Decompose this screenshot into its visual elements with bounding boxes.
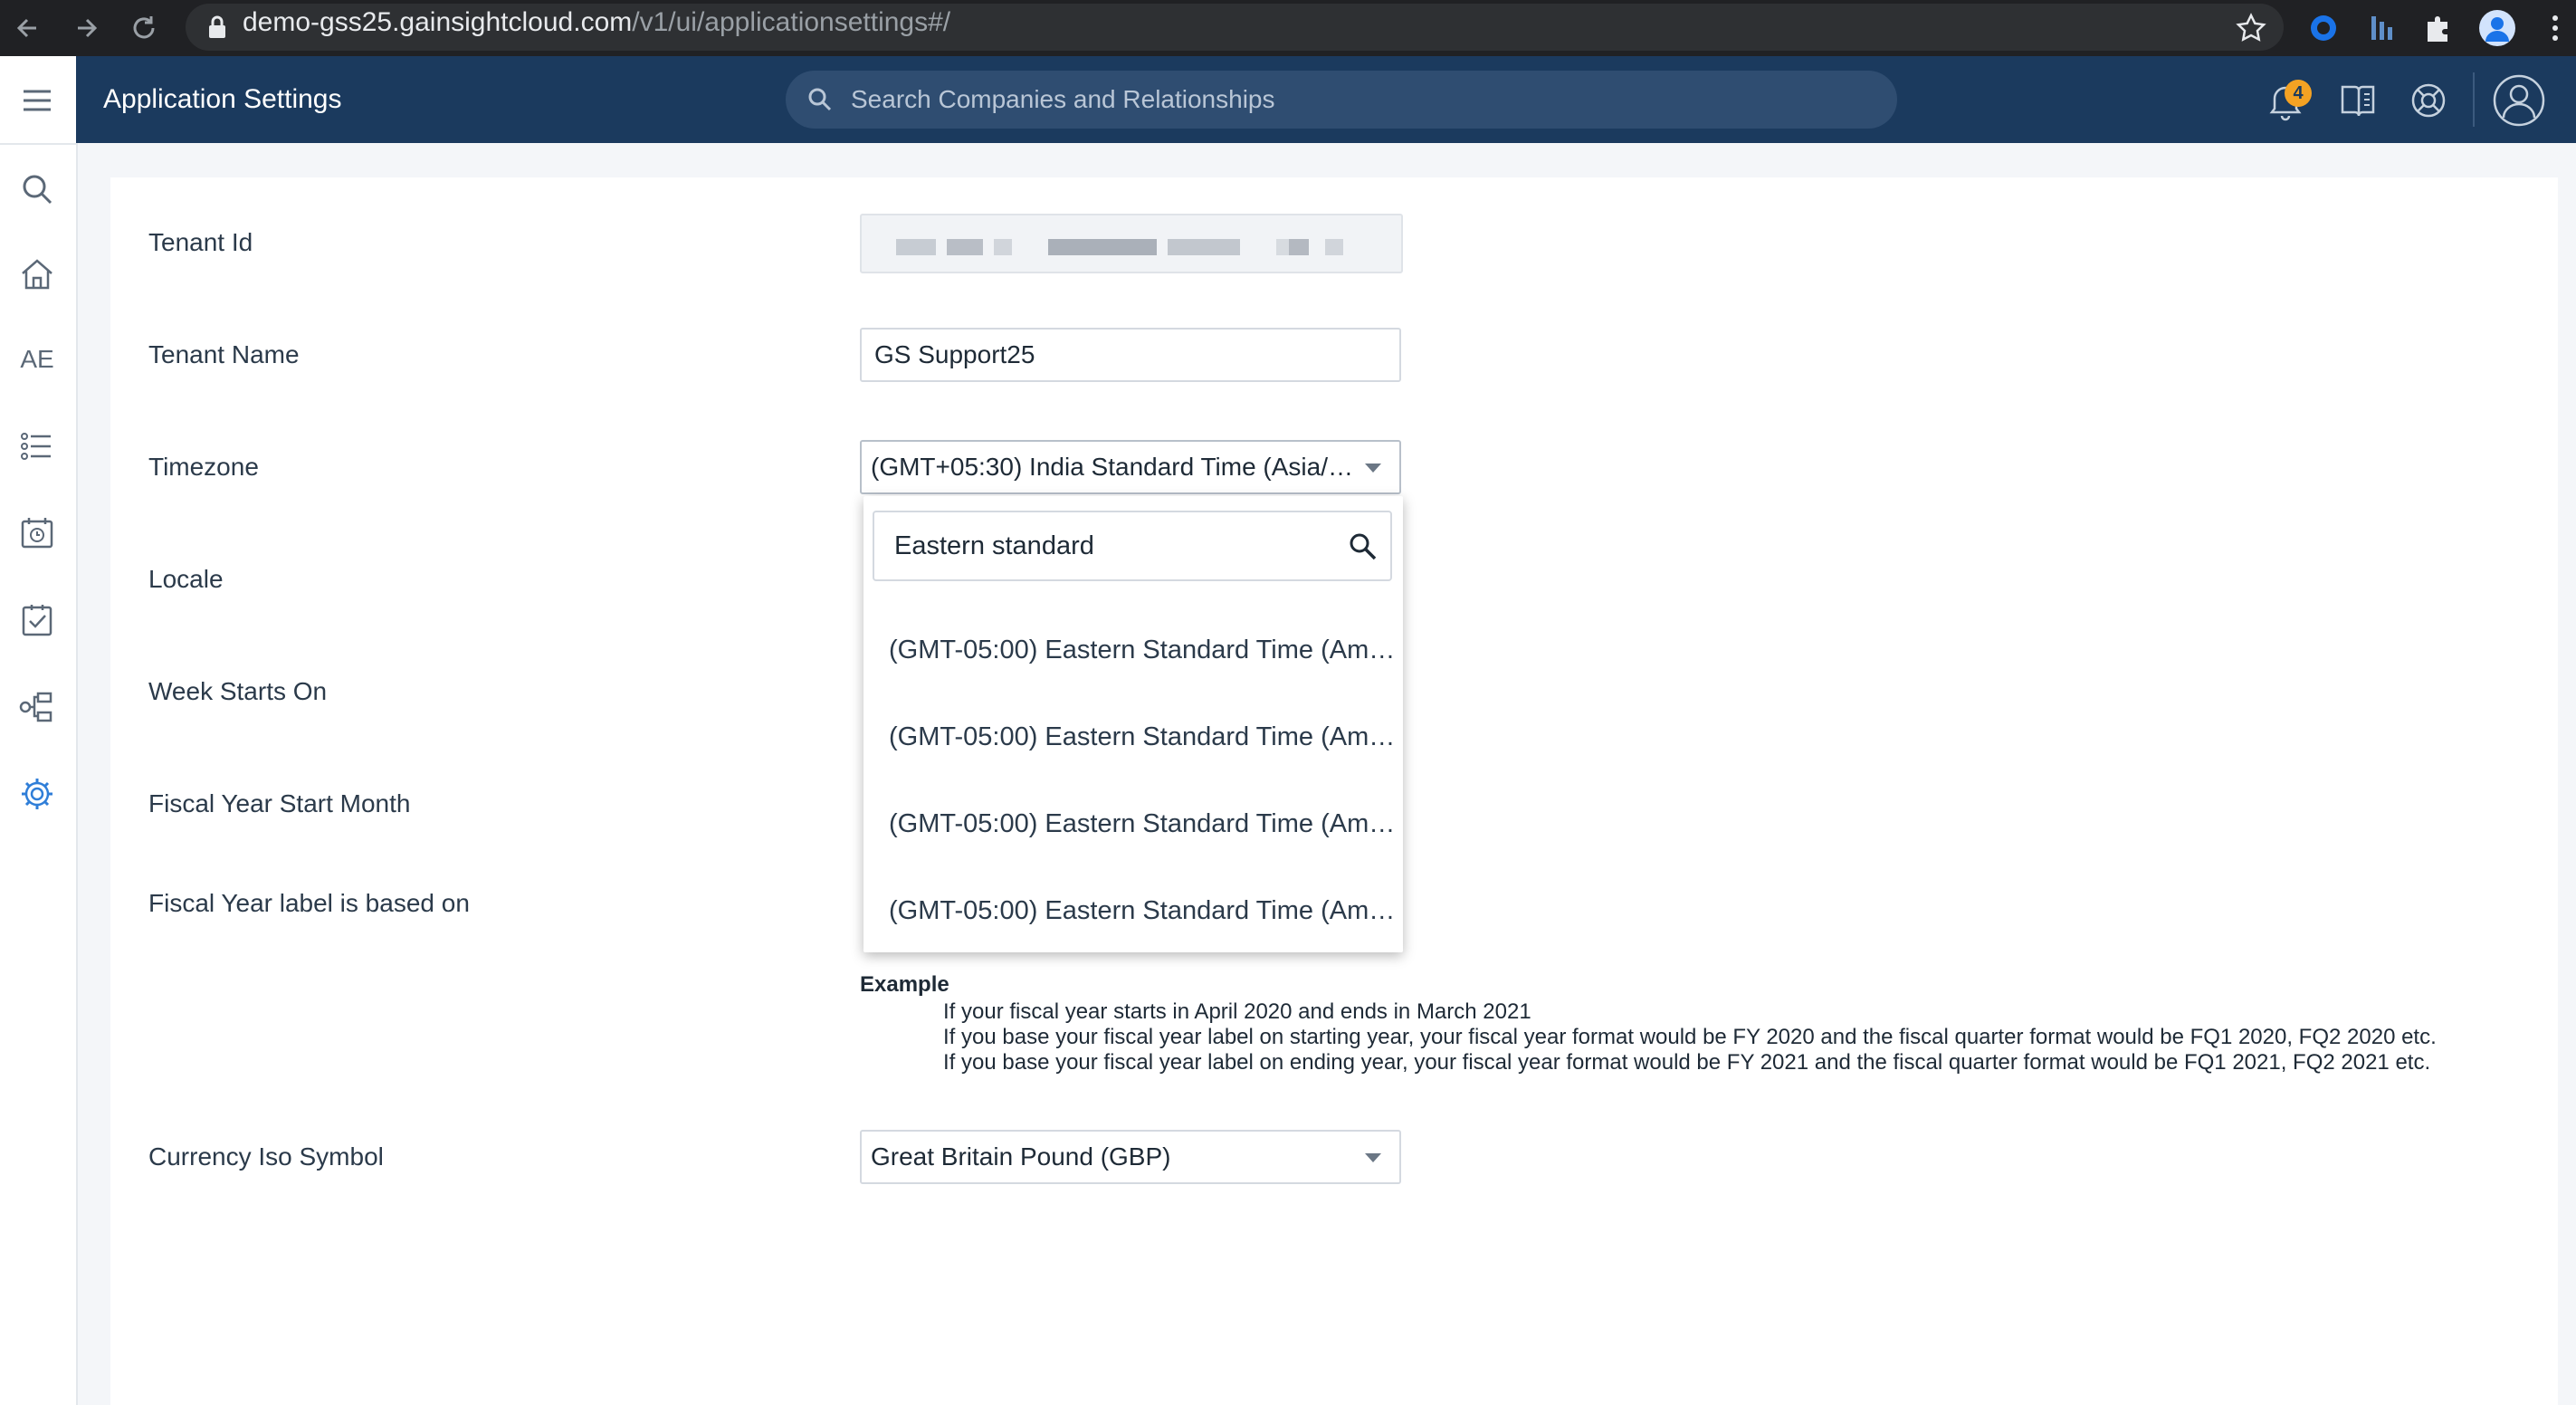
timezone-option[interactable]: (GMT-05:00) Eastern Standard Time (Am… [863, 780, 1403, 867]
support-lifebuoy-icon[interactable] [2406, 78, 2451, 123]
timezone-selected-value: (GMT+05:30) India Standard Time (Asia/… [871, 453, 1353, 481]
profile-avatar-icon[interactable] [2476, 7, 2518, 49]
redacted-block [1289, 239, 1309, 255]
timeline-list-icon[interactable] [16, 425, 58, 467]
menu-toggle[interactable] [0, 56, 76, 145]
timezone-search-input[interactable]: Eastern standard [873, 511, 1392, 581]
extension-bars-icon[interactable] [2362, 7, 2404, 49]
url-text: demo-gss25.gainsightcloud.com/v1/ui/appl… [243, 7, 951, 37]
example-line: If you base your fiscal year label on st… [943, 1025, 2437, 1049]
task-checklist-icon[interactable] [16, 599, 58, 641]
redacted-block [994, 239, 1012, 255]
week-starts-label: Week Starts On [148, 677, 328, 705]
timezone-select[interactable]: (GMT+05:30) India Standard Time (Asia/… [860, 440, 1401, 494]
home-icon[interactable] [16, 253, 58, 295]
browser-menu-icon[interactable] [2534, 7, 2576, 49]
currency-label: Currency Iso Symbol [148, 1142, 384, 1171]
timezone-option[interactable]: (GMT-05:00) Eastern Standard Time (Am… [863, 607, 1403, 693]
journey-flow-icon[interactable] [16, 686, 58, 728]
reload-icon[interactable] [123, 7, 165, 49]
currency-select[interactable]: Great Britain Pound (GBP) [860, 1130, 1401, 1184]
calendar-clock-icon[interactable] [16, 512, 58, 554]
redacted-block [947, 239, 983, 255]
user-profile-icon[interactable] [2491, 72, 2547, 129]
search-icon[interactable] [1347, 530, 1379, 563]
global-search-input[interactable]: Search Companies and Relationships [786, 71, 1897, 129]
settings-gear-icon[interactable] [16, 773, 58, 815]
forward-arrow-icon[interactable] [65, 7, 107, 49]
chevron-down-icon [1365, 464, 1381, 473]
header-divider [2473, 72, 2475, 127]
tenant-name-label: Tenant Name [148, 340, 300, 368]
notification-count-badge: 4 [2285, 80, 2312, 107]
chevron-down-icon [1365, 1153, 1381, 1162]
example-line: If you base your fiscal year label on en… [943, 1050, 2431, 1075]
redacted-block [1168, 239, 1240, 255]
extension-circle-icon[interactable] [2303, 7, 2344, 49]
timezone-label: Timezone [148, 453, 259, 481]
redacted-block [896, 239, 936, 255]
example-line: If your fiscal year starts in April 2020… [943, 999, 1531, 1024]
redacted-block [1325, 239, 1343, 255]
app-header: Application Settings Search Companies an… [76, 56, 2576, 143]
back-arrow-icon[interactable] [7, 7, 49, 49]
redacted-block [1048, 239, 1157, 255]
tenant-name-input[interactable]: GS Support25 [860, 328, 1401, 382]
browser-chrome: demo-gss25.gainsightcloud.com/v1/ui/appl… [0, 0, 2576, 56]
timezone-option[interactable]: (GMT-05:00) Eastern Standard Time (Am… [863, 867, 1403, 954]
tenant-id-label: Tenant Id [148, 228, 253, 256]
resource-book-icon[interactable] [2335, 78, 2380, 123]
timezone-search-value: Eastern standard [894, 531, 1094, 560]
timezone-option[interactable]: (GMT-05:00) Eastern Standard Time (Am… [863, 693, 1403, 780]
locale-label: Locale [148, 565, 224, 593]
search-icon[interactable] [16, 168, 58, 210]
ae-nav-item[interactable]: AE [16, 339, 58, 380]
fiscal-label-basis-label: Fiscal Year label is based on [148, 889, 470, 917]
search-icon [808, 88, 832, 111]
currency-selected-value: Great Britain Pound (GBP) [871, 1142, 1171, 1171]
fiscal-start-month-label: Fiscal Year Start Month [148, 789, 411, 817]
hamburger-menu-icon[interactable] [16, 80, 58, 121]
bookmark-star-icon[interactable] [2230, 7, 2272, 49]
tenant-id-field [860, 214, 1403, 273]
lock-icon [209, 15, 225, 38]
timezone-dropdown: Eastern standard (GMT-05:00) Eastern Sta… [863, 496, 1403, 952]
search-placeholder: Search Companies and Relationships [851, 85, 1275, 113]
tenant-name-value: GS Support25 [874, 340, 1035, 368]
page-title: Application Settings [103, 84, 342, 114]
example-title: Example [860, 972, 949, 997]
extensions-puzzle-icon[interactable] [2417, 7, 2458, 49]
